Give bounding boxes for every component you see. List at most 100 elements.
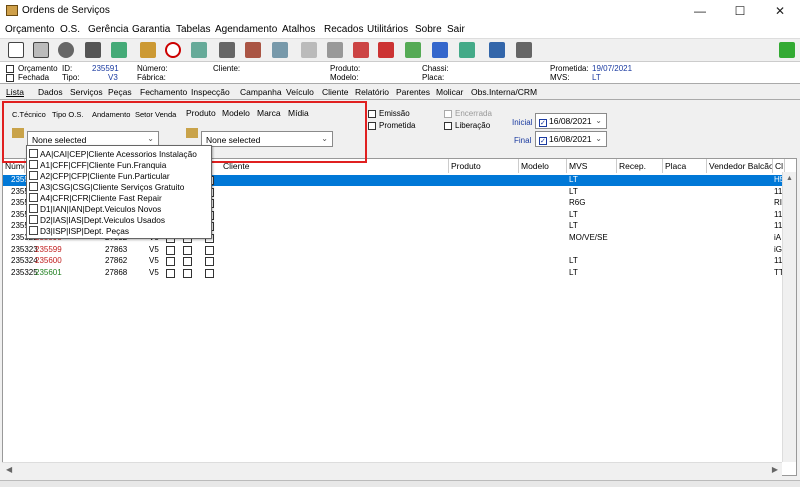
cell-mvs: LT	[569, 186, 578, 196]
dropdown-item[interactable]: D1|IAN|IAN|Dept.Veiculos Novos	[29, 204, 161, 214]
tab-obs-interna[interactable]: Obs.Interna/CRM	[471, 87, 537, 97]
menu-tabelas[interactable]: Tabelas	[176, 24, 210, 35]
col-recep[interactable]: Recep.	[617, 159, 663, 173]
menu-garantia[interactable]: Garantia	[132, 24, 170, 35]
tab-lista[interactable]: Lista	[6, 87, 24, 97]
checkbox-icon[interactable]	[29, 193, 38, 202]
col-modelo[interactable]: Modelo	[519, 159, 567, 173]
new-doc-icon[interactable]	[8, 42, 24, 58]
export-icon[interactable]	[111, 42, 127, 58]
tab-dados[interactable]: Dados	[38, 87, 63, 97]
col-placa[interactable]: Placa	[663, 159, 707, 173]
checkbox-icon[interactable]	[29, 160, 38, 169]
tab-servicos[interactable]: Serviços	[70, 87, 103, 97]
print-icon[interactable]	[85, 42, 101, 58]
calculator-icon[interactable]	[33, 42, 49, 58]
brush-icon[interactable]	[327, 42, 343, 58]
tab-cliente[interactable]: Cliente	[322, 87, 348, 97]
dropdown-item[interactable]: A1|CFF|CFF|Cliente Fun.Franquia	[29, 160, 166, 170]
final-date-picker[interactable]: ✓ 16/08/2021 ⌄	[535, 131, 607, 147]
report-icon[interactable]	[378, 42, 394, 58]
tab-relatorio[interactable]: Relatório	[355, 87, 389, 97]
row-checkbox[interactable]	[205, 257, 214, 267]
books-icon[interactable]	[245, 42, 261, 58]
checkbox-icon[interactable]	[29, 149, 38, 158]
network-icon[interactable]	[432, 42, 448, 58]
os-info-bar: Orçamento Fechada ID: 235591 Tipo: V3 Nú…	[0, 62, 800, 84]
table-icon[interactable]	[459, 42, 475, 58]
col-cl[interactable]: Cl	[773, 159, 785, 173]
dropdown-item[interactable]: D2|IAS|IAS|Dept.Veiculos Usados	[29, 215, 165, 225]
checkbox-icon[interactable]	[29, 215, 38, 224]
cell-mvs: LT	[569, 221, 578, 231]
dropdown-item[interactable]: AA|CAI|CEP|Cliente Acessorios Instalação	[29, 149, 197, 159]
col-mvs[interactable]: MVS	[567, 159, 617, 173]
table-row[interactable]: 235324 235600 27862 V5 LT 11	[3, 256, 785, 267]
car-icon[interactable]	[301, 42, 317, 58]
liberacao-checkbox[interactable]	[444, 122, 452, 130]
stop-icon[interactable]	[165, 42, 181, 58]
dropdown-item[interactable]: A3|CSG|CSG|Cliente Serviços Gratuito	[29, 182, 184, 192]
inicial-date-picker[interactable]: ✓ 16/08/2021 ⌄	[535, 113, 607, 129]
menu-sair[interactable]: Sair	[447, 24, 465, 35]
minimize-button[interactable]: —	[680, 0, 720, 22]
id-value: 235591	[92, 64, 119, 73]
fabrica-label: Fábrica:	[137, 73, 166, 82]
dropdown-item[interactable]: D3|ISP|ISP|Dept. Peças	[29, 226, 129, 236]
row-checkbox[interactable]	[166, 245, 175, 255]
menu-os[interactable]: O.S.	[60, 24, 80, 35]
row-checkbox[interactable]	[183, 257, 192, 267]
menu-atalhos[interactable]: Atalhos	[282, 24, 315, 35]
menu-gerencia[interactable]: Gerência	[88, 24, 129, 35]
grid-icon[interactable]	[272, 42, 288, 58]
edit-icon[interactable]	[191, 42, 207, 58]
col-produto[interactable]: Produto	[449, 159, 519, 173]
row-checkbox[interactable]	[166, 257, 175, 267]
encerrada-checkbox[interactable]	[444, 110, 452, 118]
settings-icon[interactable]	[516, 42, 532, 58]
hand-icon[interactable]	[140, 42, 156, 58]
orcamento-checkbox[interactable]	[6, 65, 14, 73]
tab-parentes[interactable]: Parentes	[396, 87, 430, 97]
tab-molicar[interactable]: Molicar	[436, 87, 463, 97]
row-checkbox[interactable]	[183, 245, 192, 255]
exit-icon[interactable]	[779, 42, 795, 58]
checkbox-icon[interactable]	[29, 171, 38, 180]
tab-inspeccao[interactable]: Inspecção	[191, 87, 230, 97]
dropdown-item[interactable]: A4|CFR|CFR|Cliente Fast Repair	[29, 193, 162, 203]
table-row[interactable]: 235323 235599 27863 V5 iG	[3, 245, 785, 256]
tab-campanha[interactable]: Campanha	[240, 87, 282, 97]
tab-veiculo[interactable]: Veículo	[286, 87, 314, 97]
tab-pecas[interactable]: Peças	[108, 87, 132, 97]
row-checkbox[interactable]	[166, 268, 175, 278]
checkbox-icon[interactable]	[29, 182, 38, 191]
checkbox-icon[interactable]	[29, 204, 38, 213]
menu-recados[interactable]: Recados	[324, 24, 363, 35]
clock-icon[interactable]	[58, 42, 74, 58]
eraser-icon[interactable]	[353, 42, 369, 58]
cell-mvs: LT	[569, 256, 578, 266]
tab-fechamento[interactable]: Fechamento	[140, 87, 187, 97]
row-checkbox[interactable]	[205, 268, 214, 278]
prometida-checkbox[interactable]	[368, 122, 376, 130]
checkbox-icon[interactable]	[29, 226, 38, 235]
maximize-button[interactable]: ☐	[720, 0, 760, 22]
emissao-checkbox[interactable]	[368, 110, 376, 118]
row-checkbox[interactable]	[183, 268, 192, 278]
menu-utilitarios[interactable]: Utilitários	[367, 24, 408, 35]
tools-icon[interactable]	[219, 42, 235, 58]
vertical-scrollbar[interactable]: ▲	[782, 172, 796, 462]
menu-sobre[interactable]: Sobre	[415, 24, 442, 35]
menu-orcamento[interactable]: Orçamento	[5, 24, 54, 35]
menu-agendamento[interactable]: Agendamento	[215, 24, 277, 35]
prometida-label: Prometida:	[550, 64, 589, 73]
table-row[interactable]: 235325 235601 27868 V5 LT TT	[3, 268, 785, 279]
fechada-checkbox[interactable]	[6, 74, 14, 82]
row-checkbox[interactable]	[205, 245, 214, 255]
col-vendedor[interactable]: Vendedor Balcão	[707, 159, 773, 173]
close-button[interactable]: ✕	[760, 0, 800, 22]
dropdown-item[interactable]: A2|CFP|CFP|Cliente Fun.Particular	[29, 171, 170, 181]
chart-icon[interactable]	[405, 42, 421, 58]
transfer-icon[interactable]	[489, 42, 505, 58]
horizontal-scrollbar[interactable]: ◀ ▶	[2, 462, 782, 476]
